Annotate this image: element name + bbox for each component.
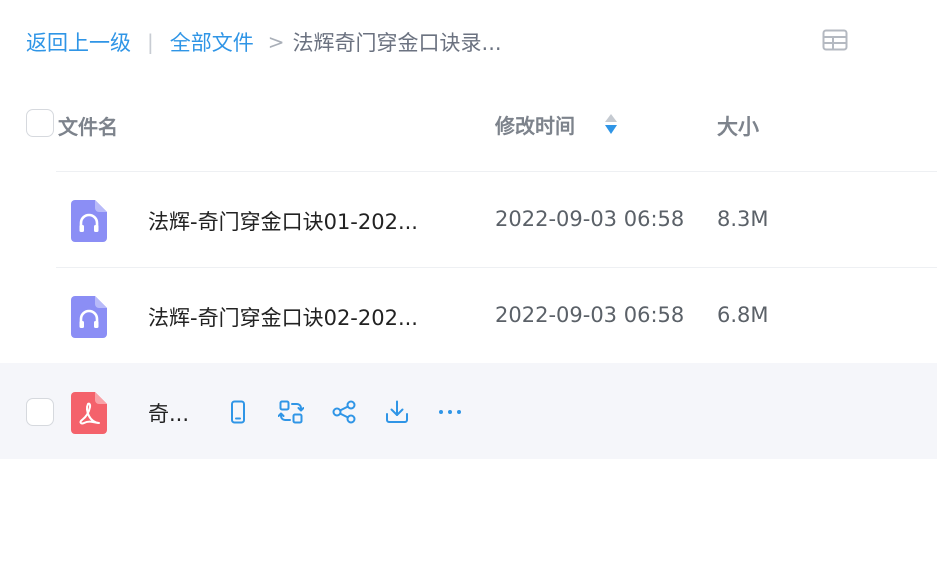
file-modified-time: 2022-09-03 06:58: [495, 303, 685, 327]
column-header-name: 文件名: [58, 115, 118, 139]
column-header-modified[interactable]: 修改时间: [495, 110, 575, 139]
file-size: 8.3M: [717, 207, 769, 231]
file-name[interactable]: 法辉-奇门穿金口诀01-202...: [148, 206, 418, 236]
all-files-link[interactable]: 全部文件: [170, 27, 254, 57]
current-folder-label: 法辉奇门穿金口诀录...: [292, 31, 502, 55]
file-row[interactable]: 法辉-奇门穿金口诀02-202... 2022-09-03 06:58 6.8M: [0, 267, 937, 363]
select-all-checkbox[interactable]: [26, 109, 54, 137]
download-icon[interactable]: [384, 399, 410, 425]
breadcrumb-divider: |: [147, 30, 154, 54]
file-modified-time: 2022-09-03 06:58: [495, 207, 685, 231]
sort-icon[interactable]: [604, 113, 618, 135]
pdf-file-icon: [71, 392, 107, 434]
row-divider: [56, 171, 937, 172]
breadcrumb: 返回上一级 | 全部文件 > 法辉奇门穿金口诀录...: [26, 28, 502, 56]
row-actions: [225, 399, 490, 425]
file-row[interactable]: 法辉-奇门穿金口诀01-202... 2022-09-03 06:58 8.3M: [0, 171, 937, 267]
breadcrumb-arrow-icon: >: [267, 30, 285, 54]
audio-file-icon: [71, 200, 107, 242]
grid-view-icon[interactable]: [822, 29, 848, 51]
file-row[interactable]: 奇...: [0, 363, 937, 459]
phone-icon[interactable]: [225, 399, 251, 425]
column-header-size: 大小: [717, 115, 759, 139]
convert-icon[interactable]: [278, 399, 304, 425]
row-divider: [56, 267, 937, 268]
more-icon[interactable]: [437, 399, 463, 425]
back-link[interactable]: 返回上一级: [26, 27, 131, 57]
share-icon[interactable]: [331, 399, 357, 425]
file-name[interactable]: 法辉-奇门穿金口诀02-202...: [148, 302, 418, 332]
file-name[interactable]: 奇...: [148, 398, 189, 428]
file-size: 6.8M: [717, 303, 769, 327]
audio-file-icon: [71, 296, 107, 338]
file-list-header: 文件名 修改时间 大小: [0, 100, 937, 150]
row-checkbox[interactable]: [26, 398, 54, 426]
